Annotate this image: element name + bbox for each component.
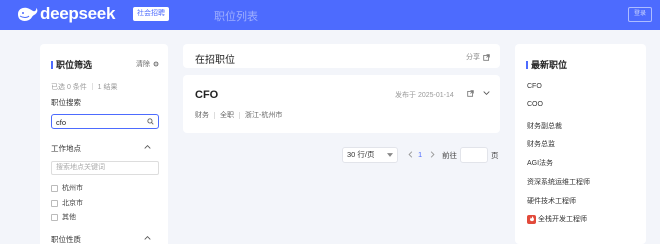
location-group-title: 工作地点 <box>51 144 81 153</box>
chevron-right-icon[interactable] <box>430 151 435 158</box>
login-button[interactable]: 登录 <box>628 7 652 22</box>
job-publish-date: 发布于 2025-01-14 <box>395 92 454 99</box>
listing-title: 在招职位 <box>195 55 235 66</box>
latest-job-link[interactable]: COO <box>527 101 543 108</box>
share-icon <box>483 53 490 61</box>
divider <box>239 111 240 119</box>
latest-job-link[interactable]: 资深系统运维工程师 <box>527 177 590 187</box>
option-label: 其他 <box>62 214 76 221</box>
location-search-input[interactable]: 搜索地点关键词 <box>51 161 159 175</box>
location-option[interactable]: 杭州市 <box>51 183 83 193</box>
selected-info: 已选 0 条件 ｜ 1 结果 <box>51 84 118 91</box>
latest-job-link[interactable]: CFO <box>527 83 542 90</box>
goto-label: 前往 <box>442 151 457 160</box>
share-icon[interactable] <box>467 90 474 97</box>
latest-job-link[interactable]: AGI法务 <box>527 158 553 168</box>
job-location: 浙江-杭州市 <box>245 112 283 119</box>
divider <box>214 111 215 119</box>
job-title[interactable]: CFO <box>195 89 218 101</box>
checkbox[interactable] <box>51 199 58 207</box>
recruitment-type-tag[interactable]: 社会招聘 <box>133 7 169 21</box>
hot-badge-icon <box>527 214 536 224</box>
chevron-left-icon[interactable] <box>408 151 413 158</box>
job-tags: 财务 全职 浙江-杭州市 <box>195 110 282 120</box>
filter-title: 职位筛选 <box>51 58 92 71</box>
latest-job-link[interactable]: 硬件技术工程师 <box>527 196 576 206</box>
listing-header: 在招职位 分享 <box>183 44 500 68</box>
latest-job-link[interactable]: 财务总监 <box>527 139 555 149</box>
latest-job-link[interactable]: 全栈开发工程师 <box>527 214 587 224</box>
clear-filters-button[interactable]: 清除 <box>136 59 159 69</box>
latest-jobs-panel: 最新职位 CFO COO 财务副总裁 财务总监 AGI法务 资深系统运维工程师 … <box>515 44 646 244</box>
job-card[interactable]: CFO 发布于 2025-01-14 财务 全职 浙江-杭州市 <box>183 75 500 133</box>
checkbox[interactable] <box>51 213 58 221</box>
search-label: 职位搜索 <box>51 98 81 107</box>
whale-icon <box>18 7 38 21</box>
chevron-up-icon[interactable] <box>144 144 151 150</box>
deepseek-logo[interactable]: deepseek <box>16 4 115 24</box>
job-category: 财务 <box>195 112 209 119</box>
latest-job-link[interactable]: 财务副总裁 <box>527 121 562 131</box>
latest-jobs-title: 最新职位 <box>526 58 567 71</box>
accent-bar <box>51 61 53 69</box>
search-input[interactable] <box>56 117 144 127</box>
option-label: 北京市 <box>62 200 83 207</box>
clear-label: 清除 <box>136 61 150 68</box>
chevron-up-icon[interactable] <box>144 235 151 241</box>
search-box[interactable] <box>51 114 159 129</box>
accent-bar <box>526 61 528 69</box>
share-button[interactable]: 分享 <box>466 52 490 62</box>
job-nature-group-title: 职位性质 <box>51 235 81 244</box>
checkbox[interactable] <box>51 184 58 192</box>
job-type: 全职 <box>220 112 234 119</box>
caret-down-icon <box>387 153 393 157</box>
gear-icon <box>153 61 159 67</box>
location-option[interactable]: 北京市 <box>51 198 83 208</box>
chevron-down-icon[interactable] <box>483 90 490 96</box>
location-option[interactable]: 其他 <box>51 212 76 222</box>
page-size-select[interactable]: 30 行/页 <box>342 147 398 163</box>
search-icon[interactable] <box>147 118 154 125</box>
latest-job-label: 全栈开发工程师 <box>538 216 587 223</box>
share-label: 分享 <box>466 54 480 61</box>
current-page[interactable]: 1 <box>418 150 422 159</box>
logo-text: deepseek <box>40 4 116 23</box>
option-label: 杭州市 <box>62 185 83 192</box>
filter-panel: 职位筛选 清除 已选 0 条件 ｜ 1 结果 职位搜索 工作地点 搜索地点关键词… <box>40 44 168 244</box>
page-size-value: 30 行/页 <box>347 150 375 159</box>
page-title: 职位列表 <box>214 11 258 23</box>
page-unit-label: 页 <box>491 151 499 160</box>
top-navbar: deepseek 社会招聘 职位列表 登录 <box>0 0 660 30</box>
goto-page-input[interactable] <box>460 147 488 163</box>
